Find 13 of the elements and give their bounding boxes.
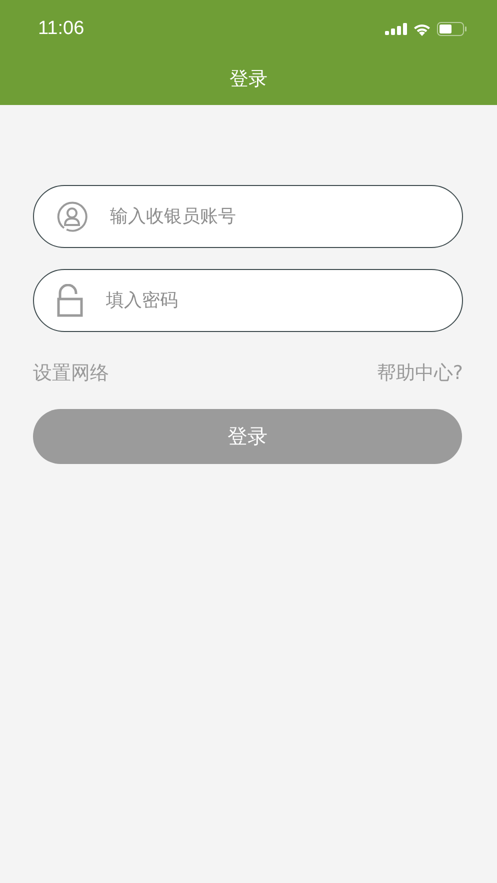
- user-icon: [56, 200, 88, 232]
- input-text[interactable]: 输入收银员账号: [108, 205, 442, 228]
- wifi-icon: [413, 22, 431, 36]
- signal-icon: [385, 23, 407, 35]
- input-field[interactable]: 填入密码: [33, 269, 463, 332]
- nav-title: 登录: [230, 67, 268, 91]
- input-field[interactable]: 输入收银员账号: [33, 185, 463, 248]
- battery-icon: [437, 22, 467, 36]
- network-settings-link[interactable]: 设置网络: [33, 361, 109, 385]
- status-time: 11:06: [38, 18, 84, 40]
- input-text[interactable]: 填入密码: [104, 289, 442, 312]
- help-center-link[interactable]: 帮助中心?: [376, 361, 463, 385]
- unlocked-padlock-icon: [56, 284, 84, 317]
